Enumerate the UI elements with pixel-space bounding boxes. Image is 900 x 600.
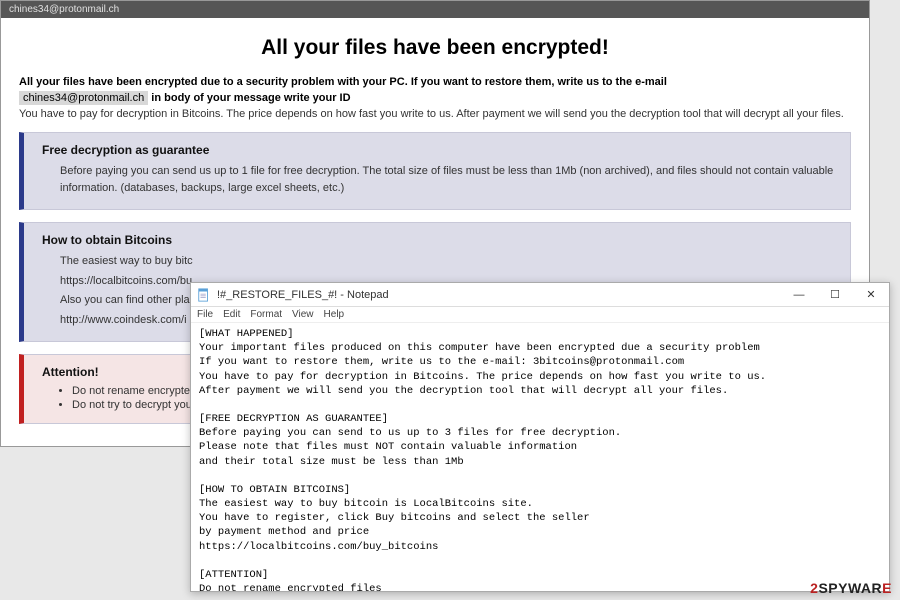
- close-button[interactable]: ✕: [853, 283, 889, 307]
- ransom-pay-line: You have to pay for decryption in Bitcoi…: [19, 108, 851, 120]
- notepad-title: !#_RESTORE_FILES_#! - Notepad: [217, 289, 781, 301]
- menu-file[interactable]: File: [197, 309, 213, 320]
- menu-format[interactable]: Format: [250, 309, 282, 320]
- ransom-intro-tail: in body of your message write your ID: [151, 92, 350, 104]
- box-obtain-line1: The easiest way to buy bitc: [42, 253, 836, 270]
- window-controls: — ☐ ✕: [781, 283, 889, 307]
- menu-view[interactable]: View: [292, 309, 314, 320]
- ransom-email-line: chines34@protonmail.ch in body of your m…: [19, 92, 851, 104]
- ransom-email: chines34@protonmail.ch: [19, 91, 148, 105]
- box-obtain-title: How to obtain Bitcoins: [42, 233, 836, 247]
- ransom-intro: All your files have been encrypted due t…: [19, 76, 851, 88]
- notepad-text-area[interactable]: [WHAT HAPPENED] Your important files pro…: [191, 323, 889, 591]
- ransom-window-titlebar: chines34@protonmail.ch: [1, 1, 869, 18]
- notepad-menu: File Edit Format View Help: [191, 307, 889, 323]
- ransom-heading: All your files have been encrypted!: [19, 36, 851, 60]
- box-free-title: Free decryption as guarantee: [42, 143, 836, 157]
- box-free-text: Before paying you can send us up to 1 fi…: [42, 163, 836, 196]
- menu-help[interactable]: Help: [324, 309, 345, 320]
- notepad-titlebar[interactable]: !#_RESTORE_FILES_#! - Notepad — ☐ ✕: [191, 283, 889, 307]
- notepad-icon: [197, 288, 211, 302]
- ransom-window-title: chines34@protonmail.ch: [9, 4, 119, 15]
- watermark: 2SPYWARE: [810, 580, 892, 596]
- ransom-intro-bold: All your files have been encrypted due t…: [19, 76, 667, 88]
- minimize-button[interactable]: —: [781, 283, 817, 307]
- maximize-button[interactable]: ☐: [817, 283, 853, 307]
- notepad-window[interactable]: !#_RESTORE_FILES_#! - Notepad — ☐ ✕ File…: [190, 282, 890, 592]
- box-free-decryption: Free decryption as guarantee Before payi…: [19, 132, 851, 210]
- watermark-e: E: [882, 580, 892, 596]
- menu-edit[interactable]: Edit: [223, 309, 240, 320]
- watermark-spywar: SPYWAR: [818, 580, 882, 596]
